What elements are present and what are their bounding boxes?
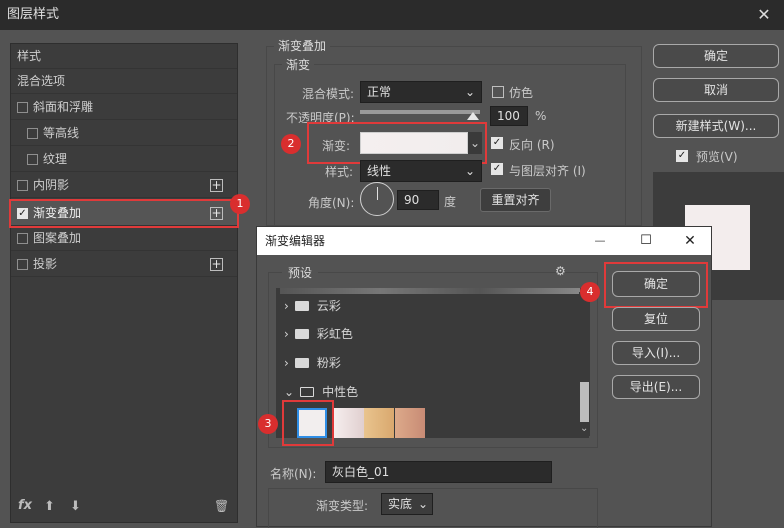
sidebar-header: 样式: [11, 44, 237, 69]
ok-button[interactable]: 确定: [653, 44, 779, 68]
opacity-slider-fill: [360, 110, 480, 114]
chevron-down-icon: ⌄: [417, 497, 428, 511]
marker-4: 4: [580, 282, 600, 302]
marker-2: 2: [281, 134, 301, 154]
swatch-neutral-2[interactable]: [334, 408, 364, 438]
new-style-button[interactable]: 新建样式(W)...: [653, 114, 779, 138]
gradient-preview[interactable]: [360, 132, 468, 154]
reset-align-button[interactable]: 重置对齐: [480, 188, 551, 212]
angle-dial[interactable]: [360, 182, 394, 216]
swatch-neutral-3[interactable]: [364, 408, 394, 438]
move-up-icon[interactable]: ⬆: [44, 499, 55, 514]
angle-label: 角度(N):: [308, 196, 355, 210]
chevron-right-icon[interactable]: ›: [284, 356, 289, 370]
blend-mode-select[interactable]: 正常 ⌄: [360, 81, 482, 103]
move-down-icon[interactable]: ⬇: [70, 499, 81, 514]
gradient-type-select[interactable]: 实底 ⌄: [381, 493, 433, 515]
chevron-down-icon[interactable]: ⌄: [284, 385, 294, 399]
opacity-unit: %: [535, 109, 547, 123]
subsection-title: 渐变: [282, 56, 315, 73]
chevron-right-icon[interactable]: ›: [284, 299, 289, 313]
close-icon[interactable]: ✕: [675, 227, 705, 255]
folder-iridescent[interactable]: › 彩虹色: [284, 322, 353, 346]
sidebar-item-inner-shadow[interactable]: 内阴影 +: [11, 173, 237, 198]
folder-pastels[interactable]: › 粉彩: [284, 351, 341, 375]
opacity-input[interactable]: 100: [490, 106, 528, 126]
preset-scrollbar-thumb[interactable]: [580, 382, 589, 422]
angle-unit: 度: [444, 195, 457, 209]
angle-input[interactable]: 90: [397, 190, 439, 210]
checkbox-contour[interactable]: [27, 128, 38, 139]
align-layer-label: 与图层对齐 (I): [509, 164, 586, 178]
reverse-checkbox[interactable]: ✓: [491, 137, 503, 149]
checkbox-bevel[interactable]: [17, 102, 28, 113]
editor-export-button[interactable]: 导出(E)...: [612, 375, 700, 399]
folder-icon: [294, 301, 309, 311]
fx-icon[interactable]: fx: [18, 498, 32, 513]
chevron-down-icon: ⌄: [464, 85, 475, 99]
styles-sidebar: 样式 混合选项 斜面和浮雕 等高线 纹理 内阴影 + ✓ 渐变叠加 + 图案叠加…: [9, 43, 239, 523]
sidebar-item-bevel-emboss[interactable]: 斜面和浮雕: [11, 95, 237, 120]
dither-label: 仿色: [509, 86, 534, 100]
window-title: 图层样式: [0, 0, 784, 30]
close-icon[interactable]: ✕: [744, 0, 784, 30]
add-icon[interactable]: +: [210, 179, 223, 192]
checkbox-texture[interactable]: [27, 154, 38, 165]
style-label: 样式:: [325, 165, 354, 179]
gradient-name-input[interactable]: 灰白色_01: [325, 461, 552, 483]
checkbox-drop-shadow[interactable]: [17, 259, 28, 270]
sidebar-item-gradient-overlay[interactable]: ✓ 渐变叠加 +: [9, 199, 239, 228]
gradient-type-label: 渐变类型:: [316, 499, 369, 513]
folder-clouds[interactable]: › 云彩: [284, 294, 341, 318]
dither-checkbox[interactable]: [492, 86, 504, 98]
opacity-slider-handle[interactable]: [467, 112, 479, 120]
name-label: 名称(N):: [270, 467, 317, 481]
chevron-down-icon[interactable]: ⌄: [468, 132, 482, 154]
trash-icon[interactable]: 🗑: [214, 499, 229, 513]
chevron-right-icon[interactable]: ›: [284, 327, 289, 341]
presets-label: 预设: [282, 264, 319, 281]
checkbox-inner-shadow[interactable]: [17, 180, 28, 191]
preview-checkbox[interactable]: ✓: [676, 150, 688, 162]
editor-ok-button[interactable]: 确定: [612, 271, 700, 297]
blend-mode-label: 混合模式:: [302, 87, 355, 101]
cancel-button[interactable]: 取消: [653, 78, 779, 102]
style-select[interactable]: 线性 ⌄: [360, 160, 482, 182]
gradient-label: 渐变:: [322, 139, 351, 153]
sidebar-item-contour[interactable]: 等高线: [11, 121, 237, 146]
checkbox-pattern-overlay[interactable]: [17, 233, 28, 244]
preview-label: 预览(V): [696, 150, 738, 164]
editor-import-button[interactable]: 导入(I)...: [612, 341, 700, 365]
folder-open-icon: [300, 387, 315, 397]
folder-icon: [294, 329, 309, 339]
scroll-down-icon[interactable]: ⌄: [580, 423, 588, 434]
swatch-neutral-4[interactable]: [395, 408, 425, 438]
sidebar-item-blend-options[interactable]: 混合选项: [11, 69, 237, 94]
maximize-icon[interactable]: ☐: [631, 227, 661, 255]
marker-3: 3: [258, 414, 278, 434]
angle-dial-needle: [377, 187, 378, 200]
section-title: 渐变叠加: [274, 37, 331, 54]
sidebar-item-texture[interactable]: 纹理: [11, 147, 237, 172]
folder-icon: [294, 358, 309, 368]
sidebar-item-drop-shadow[interactable]: 投影 +: [11, 252, 237, 277]
marker-1: 1: [230, 194, 250, 214]
add-icon[interactable]: +: [210, 207, 223, 220]
align-layer-checkbox[interactable]: ✓: [491, 163, 503, 175]
swatch-gray-white[interactable]: [297, 408, 327, 438]
minimize-icon[interactable]: —: [585, 227, 615, 255]
reverse-label: 反向 (R): [509, 138, 555, 152]
chevron-down-icon: ⌄: [464, 164, 475, 178]
checkbox-gradient-overlay[interactable]: ✓: [17, 208, 28, 219]
sidebar-item-pattern-overlay[interactable]: 图案叠加: [11, 226, 237, 251]
gear-icon[interactable]: ⚙: [555, 264, 566, 278]
opacity-slider-track[interactable]: [360, 110, 480, 114]
editor-reset-button[interactable]: 复位: [612, 307, 700, 331]
add-icon[interactable]: +: [210, 258, 223, 271]
